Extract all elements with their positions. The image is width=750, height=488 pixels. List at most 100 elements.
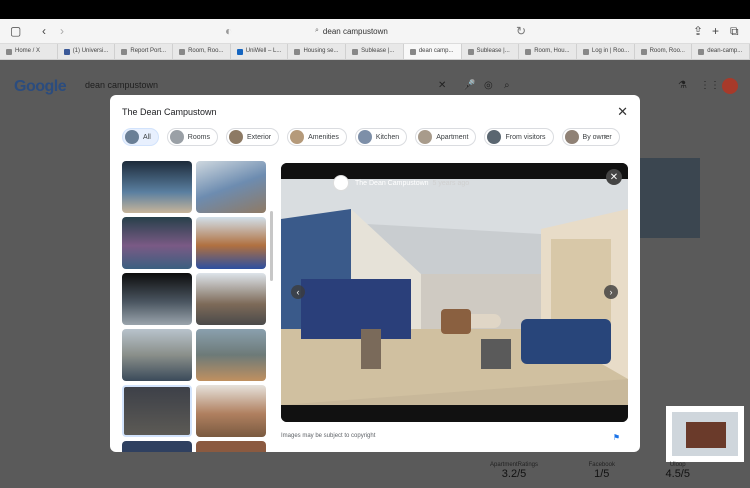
knowledge-panel-photo[interactable] [638,158,700,238]
labs-icon[interactable]: ⚗ [678,80,687,91]
image-preview: The Dean Campustown 5 years ago ✕ ‹ › [281,163,628,422]
tab[interactable]: Housing se... [288,44,347,59]
tab-label: Report Port... [130,48,167,54]
tab[interactable]: Room, Roo... [635,44,693,59]
close-preview-icon[interactable]: ✕ [606,169,622,185]
tab-overview-icon[interactable]: ⧉ [730,23,739,39]
chip-label: Kitchen [375,133,400,141]
source-age: 5 years ago [432,179,470,187]
new-tab-icon[interactable]: + [712,23,719,39]
search-icon[interactable]: ⌕ [504,80,510,91]
tab-label: Housing se... [303,48,339,54]
tab[interactable]: (1) Universi... [58,44,116,59]
chip-thumbnail [228,130,243,144]
map-thumbnail[interactable] [666,406,744,462]
dialog-title: The Dean Campustown [122,107,217,117]
tab-label: Home / X [15,48,41,54]
gallery-image[interactable] [196,273,266,325]
gallery-image[interactable] [122,441,192,452]
tab[interactable]: Sublease |... [462,44,520,59]
address-text: dean campustown [322,26,388,36]
tab[interactable]: UniWell – L... [231,44,289,59]
chip-rooms[interactable]: Rooms [166,128,218,146]
chip-all[interactable]: All [122,128,159,146]
tab[interactable]: Room, Roo... [173,44,231,59]
tab[interactable]: Log in | Roo... [577,44,635,59]
chip-amenities[interactable]: Amenities [287,128,347,146]
chevron-left-icon[interactable]: ‹ [291,285,305,299]
filter-chips: All Rooms Exterior Amenities Kitchen Apa… [122,128,628,148]
chevron-right-icon[interactable]: › [604,285,618,299]
tab-bar: Home / X (1) Universi... Report Port... … [0,44,750,60]
chip-thumbnail [125,130,139,144]
tab[interactable]: Report Port... [115,44,174,59]
preview-photo[interactable] [281,179,628,405]
tab[interactable]: Home / X [0,44,58,59]
tab-favicon-icon [352,49,359,55]
chip-label: From visitors [505,133,546,141]
tab[interactable]: dean camp... [403,44,462,59]
google-logo[interactable]: Google [14,78,67,96]
rating-item[interactable]: ApartmentRatings 3.2/5 [490,462,538,480]
chip-label: All [143,133,151,141]
mic-icon[interactable]: 🎤 [463,80,475,91]
gallery-image[interactable] [122,273,192,325]
clear-icon[interactable]: ✕ [438,80,446,91]
address-bar[interactable]: ⌕ dean campustown [315,23,515,39]
gallery-image[interactable] [196,329,266,381]
chip-kitchen[interactable]: Kitchen [354,128,408,146]
source-attribution[interactable]: The Dean Campustown 5 years ago [333,175,469,191]
chip-label: Apartment [436,133,469,141]
reload-icon[interactable]: ↻ [516,23,526,39]
sidebar-icon[interactable]: ▢ [10,23,21,39]
chevron-right-icon[interactable]: › [604,131,607,141]
gallery-image[interactable] [122,161,192,213]
gallery-image-selected[interactable] [122,385,192,437]
forward-icon[interactable]: › [60,23,64,39]
gallery-image[interactable] [196,385,266,437]
rating-item[interactable]: Uloop 4.5/5 [666,462,690,480]
tab-favicon-icon [63,49,70,55]
tab-label: dean-camp... [707,48,743,54]
tab-favicon-icon [121,49,128,55]
gallery-image[interactable] [122,329,192,381]
tab[interactable]: Room, Hou... [519,44,577,59]
chip-apartment[interactable]: Apartment [415,128,477,146]
rating-item[interactable]: Facebook 1/5 [589,462,615,480]
tab-favicon-icon [236,49,243,55]
tab-favicon-icon [525,49,532,55]
extension-icon[interactable]: ◐ [225,23,232,39]
rating-value: 1/5 [594,468,610,480]
search-input[interactable]: dean campustown [85,80,158,90]
chip-thumbnail [487,130,502,144]
chip-exterior[interactable]: Exterior [225,128,280,146]
tab-label: UniWell – L... [245,48,282,54]
gallery-scrollbar[interactable] [270,211,273,281]
tab[interactable]: dean-camp... [692,44,750,59]
tab-favicon-icon [409,49,416,55]
image-viewer-dialog: The Dean Campustown ✕ All Rooms Exterior… [110,95,640,452]
rating-value: 4.5/5 [665,468,690,480]
back-icon[interactable]: ‹ [42,23,46,39]
gallery-image[interactable] [196,161,266,213]
gallery-image[interactable] [122,217,192,269]
share-icon[interactable]: ⇪ [693,23,703,39]
close-icon[interactable]: ✕ [617,104,628,120]
gallery-image[interactable] [196,217,266,269]
apps-icon[interactable]: ⋮⋮ [700,80,720,91]
chip-thumbnail [418,130,433,144]
gallery-image[interactable] [196,441,266,452]
tab-label: Room, Roo... [649,48,685,54]
tab[interactable]: Sublease |... [346,44,404,59]
tab-favicon-icon [294,49,301,55]
browser-toolbar: ▢ ‹ › ◐ ⌕ dean campustown ↻ ⇪ + ⧉ [0,19,750,44]
chip-thumbnail [357,130,372,144]
chip-by-owner[interactable]: By owner [561,128,620,146]
report-flag-icon[interactable]: ⚑ [613,433,620,442]
lens-icon[interactable]: ◎ [484,80,493,91]
preview-bottom-bar [281,405,628,422]
chip-thumbnail [169,130,184,144]
account-avatar[interactable] [722,78,738,94]
chip-from-visitors[interactable]: From visitors [484,128,554,146]
ratings-row: ApartmentRatings 3.2/5 Facebook 1/5 Uloop 4… [490,462,690,480]
